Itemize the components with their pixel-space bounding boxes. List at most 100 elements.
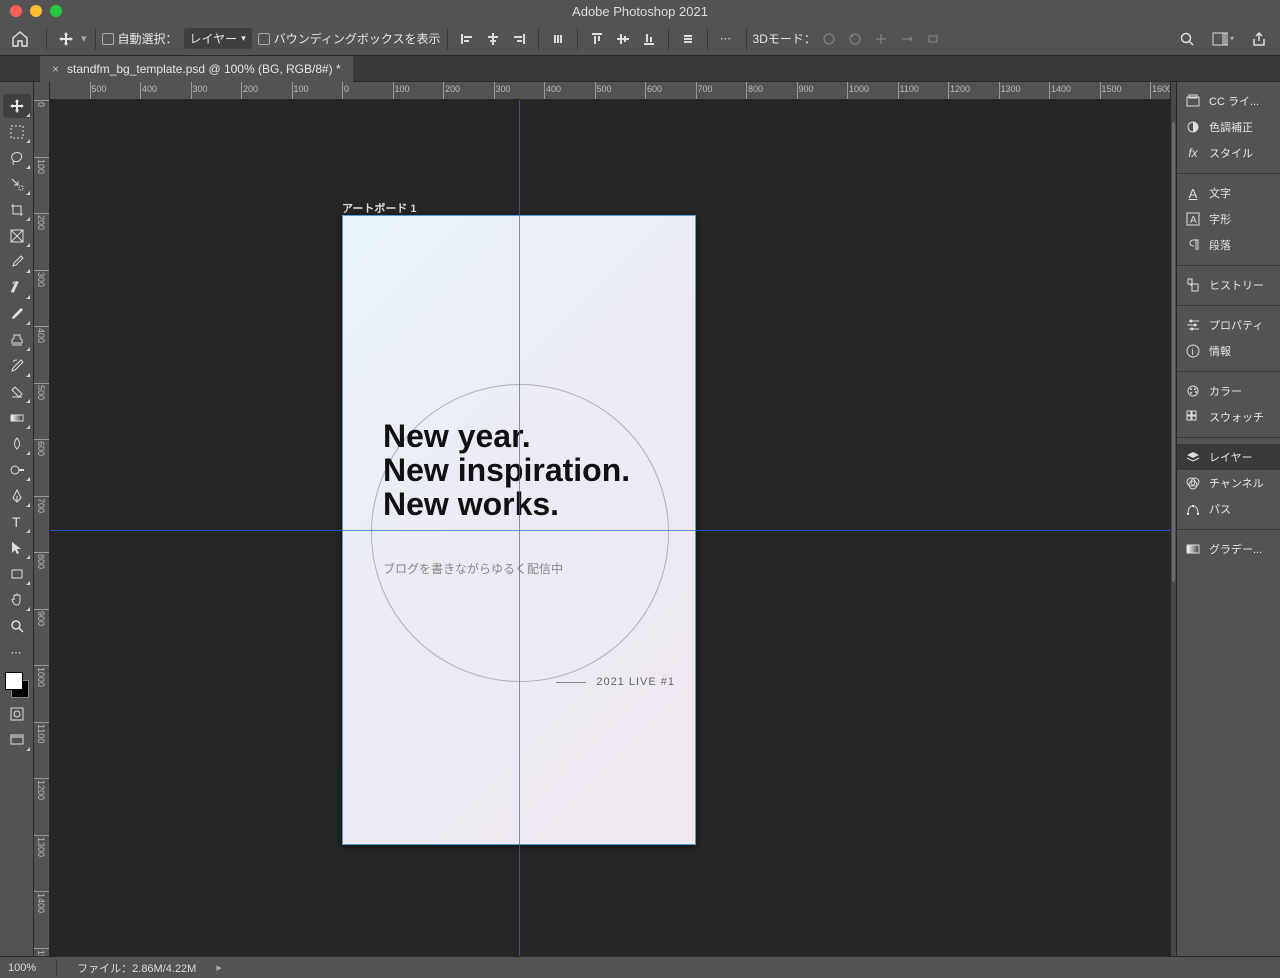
panel-glyphs[interactable]: A字形: [1177, 206, 1280, 232]
3d-roll-icon: [844, 28, 866, 50]
distribute-v-icon[interactable]: [677, 28, 699, 50]
3d-orbit-icon: [818, 28, 840, 50]
quick-mask-icon[interactable]: [3, 702, 31, 726]
clone-stamp-tool[interactable]: [3, 328, 31, 352]
window-controls: [0, 5, 62, 17]
panel-swatches[interactable]: スウォッチ: [1177, 404, 1280, 430]
screen-mode-icon[interactable]: [3, 728, 31, 752]
panel-scrollbar[interactable]: [1170, 82, 1176, 956]
panel-channels[interactable]: チャンネル: [1177, 470, 1280, 496]
blur-tool[interactable]: [3, 432, 31, 456]
foreground-color-swatch[interactable]: [5, 672, 23, 690]
subtitle-text: ブログを書きながらゆるく配信中: [383, 560, 563, 577]
align-left-icon[interactable]: [456, 28, 478, 50]
file-size-info[interactable]: ファイル：2.86M/4.22M: [77, 960, 196, 976]
panel-paragraph[interactable]: 段落: [1177, 232, 1280, 258]
move-tool[interactable]: [3, 94, 31, 118]
panel-history[interactable]: ヒストリー: [1177, 272, 1280, 298]
frame-tool[interactable]: [3, 224, 31, 248]
show-bbox-checkbox[interactable]: [258, 33, 270, 45]
auto-select-target-dropdown[interactable]: レイヤー▾: [184, 28, 252, 49]
maximize-window-button[interactable]: [50, 5, 62, 17]
horizontal-ruler[interactable]: 5004003002001000100200300400500600700800…: [50, 82, 1170, 100]
close-window-button[interactable]: [10, 5, 22, 17]
distribute-h-icon[interactable]: [547, 28, 569, 50]
type-tool[interactable]: T: [3, 510, 31, 534]
document-tab-label: standfm_bg_template.psd @ 100% (BG, RGB/…: [67, 62, 341, 76]
headline-1: New year.: [383, 419, 531, 454]
edit-toolbar-icon[interactable]: ⋯: [3, 640, 31, 664]
show-bbox-label: バウンディングボックスを表示: [274, 30, 441, 47]
eraser-tool[interactable]: [3, 380, 31, 404]
3d-zoom-icon: [922, 28, 944, 50]
3d-slide-icon: [896, 28, 918, 50]
3d-pan-icon: [870, 28, 892, 50]
home-button[interactable]: [8, 27, 32, 51]
document-tab-bar: × standfm_bg_template.psd @ 100% (BG, RG…: [0, 56, 1280, 82]
auto-select-label: 自動選択：: [118, 30, 178, 47]
share-icon[interactable]: [1248, 28, 1270, 50]
path-select-tool[interactable]: [3, 536, 31, 560]
panel-character[interactable]: A文字: [1177, 180, 1280, 206]
gradient-tool[interactable]: [3, 406, 31, 430]
lasso-tool[interactable]: [3, 146, 31, 170]
marquee-tool[interactable]: [3, 120, 31, 144]
close-tab-icon[interactable]: ×: [52, 62, 59, 76]
align-hcenter-icon[interactable]: [482, 28, 504, 50]
pen-tool[interactable]: [3, 484, 31, 508]
panel-paths[interactable]: パス: [1177, 496, 1280, 522]
move-tool-indicator-icon: [55, 28, 77, 50]
status-menu-chevron-icon[interactable]: ▸: [216, 961, 222, 974]
panel-properties[interactable]: プロパティ: [1177, 312, 1280, 338]
eyedropper-tool[interactable]: [3, 250, 31, 274]
zoom-level[interactable]: 100%: [8, 962, 36, 974]
footer-text: 2021 LIVE #1: [556, 676, 675, 688]
headline-3: New works.: [383, 487, 559, 522]
svg-text:A: A: [1190, 215, 1197, 226]
search-icon[interactable]: [1176, 28, 1198, 50]
rectangle-tool[interactable]: [3, 562, 31, 586]
workspace-switcher-icon[interactable]: ▾: [1212, 28, 1234, 50]
right-panels: CC ライ... 色調補正 fxスタイル A文字 A字形 段落 ヒストリー プロ…: [1176, 82, 1280, 956]
panel-cc-libraries[interactable]: CC ライ...: [1177, 88, 1280, 114]
panel-gradients[interactable]: グラデー...: [1177, 536, 1280, 562]
quick-select-tool[interactable]: [3, 172, 31, 196]
document-tab[interactable]: × standfm_bg_template.psd @ 100% (BG, RG…: [40, 56, 353, 82]
3d-mode-label: 3Dモード：: [753, 30, 816, 47]
app-title: Adobe Photoshop 2021: [572, 4, 708, 19]
zoom-tool[interactable]: [3, 614, 31, 638]
horizontal-guide[interactable]: [50, 530, 1170, 531]
auto-select-checkbox[interactable]: [102, 33, 114, 45]
canvas-stage[interactable]: アートボード 1 New year. New inspiration. New …: [50, 100, 1170, 956]
color-swatches[interactable]: [3, 670, 31, 700]
panel-adjustments[interactable]: 色調補正: [1177, 114, 1280, 140]
align-right-icon[interactable]: [508, 28, 530, 50]
history-brush-tool[interactable]: [3, 354, 31, 378]
panel-color[interactable]: カラー: [1177, 378, 1280, 404]
canvas-column: 5004003002001000100200300400500600700800…: [50, 82, 1170, 956]
hand-tool[interactable]: [3, 588, 31, 612]
vertical-guide[interactable]: [519, 100, 520, 956]
align-top-icon[interactable]: [586, 28, 608, 50]
more-options-icon[interactable]: ⋯: [716, 28, 738, 50]
panel-styles[interactable]: fxスタイル: [1177, 140, 1280, 166]
minimize-window-button[interactable]: [30, 5, 42, 17]
crop-tool[interactable]: [3, 198, 31, 222]
brush-tool[interactable]: [3, 302, 31, 326]
toolbar: T ⋯: [0, 82, 34, 956]
healing-brush-tool[interactable]: [3, 276, 31, 300]
align-bottom-icon[interactable]: [638, 28, 660, 50]
options-bar: ▾ 自動選択： レイヤー▾ バウンディングボックスを表示 ⋯ 3Dモード： ▾: [0, 22, 1280, 56]
vertical-ruler[interactable]: 0100200300400500600700800900100011001200…: [34, 82, 50, 956]
main-area: T ⋯ 010020030040050060070080090010001100…: [0, 82, 1280, 956]
align-vcenter-icon[interactable]: [612, 28, 634, 50]
svg-text:i: i: [1192, 347, 1194, 358]
status-bar: 100% ファイル：2.86M/4.22M ▸: [0, 956, 1280, 978]
svg-text:T: T: [12, 514, 21, 530]
dodge-tool[interactable]: [3, 458, 31, 482]
titlebar: Adobe Photoshop 2021: [0, 0, 1280, 22]
artboard-label[interactable]: アートボード 1: [342, 200, 417, 216]
headline-2: New inspiration.: [383, 453, 630, 488]
panel-info[interactable]: i情報: [1177, 338, 1280, 364]
panel-layers[interactable]: レイヤー: [1177, 444, 1280, 470]
